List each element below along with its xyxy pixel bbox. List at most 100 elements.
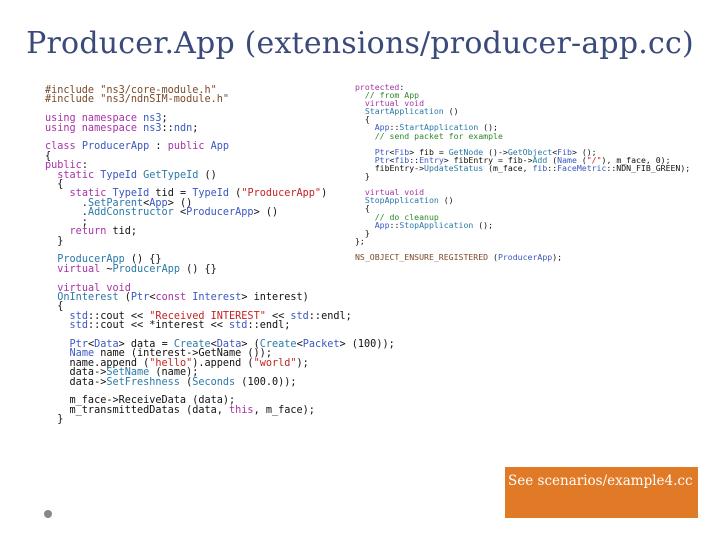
code-line: { (45, 151, 395, 161)
code-token: () (198, 169, 217, 181)
code-token: ::cout << *interest << (87, 320, 230, 332)
code-token: } (45, 414, 64, 426)
code-token: "world" (253, 357, 297, 369)
code-token: ProducerApp (112, 263, 180, 275)
code-token: SetFreshness (106, 376, 180, 388)
code-token: ); (296, 357, 309, 369)
bullet-marker (44, 510, 52, 518)
code-token: : (149, 141, 168, 153)
code-token: ( (229, 188, 242, 200)
code-token: ( (488, 251, 498, 262)
code-line: return tid; (45, 226, 395, 238)
code-token: (m_face, (483, 162, 533, 173)
code-line: data->SetFreshness (Seconds (100.0)); (45, 376, 395, 388)
code-line: OnInterest (Ptr<const Interest> interest… (45, 291, 395, 303)
code-token: ( (118, 291, 131, 303)
code-token: static (57, 169, 101, 181)
code-line: NS_OBJECT_ENSURE_REGISTERED (ProducerApp… (355, 253, 690, 261)
code-block-left: #include "ns3/core-module.h" #include "ns… (45, 85, 395, 426)
code-token: ( (179, 376, 193, 388)
code-token: ProducerApp (81, 141, 150, 153)
code-line: using namespace ns3::ndn; (45, 122, 395, 134)
code-line: } (45, 414, 395, 426)
code-token: "ProducerApp" (241, 188, 322, 200)
code-line: App::StopApplication (); (355, 219, 690, 230)
code-token: :: (389, 219, 400, 230)
code-token: , m_face); (253, 404, 315, 416)
code-line: StartApplication () (355, 107, 690, 115)
code-token: #include "ns3/ndnSIM-module.h" (45, 94, 230, 106)
code-token: :: (161, 122, 174, 134)
code-token: FaceMetric (557, 162, 607, 173)
code-token: (); (473, 219, 494, 230)
code-token: ); (552, 251, 563, 262)
code-token: (100.0)); (235, 376, 297, 388)
code-token: fib (532, 162, 548, 173)
code-token: ).append ( (192, 357, 254, 369)
code-token: > () (253, 207, 279, 219)
code-token: ndn (173, 122, 193, 134)
code-token: data-> (45, 376, 107, 388)
code-token: const (155, 291, 193, 303)
code-token: () (443, 106, 459, 117)
code-token: ::NDN_FIB_GREEN); (606, 162, 691, 173)
code-token: NS_OBJECT_ENSURE_REGISTERED (355, 251, 489, 262)
code-line: virtual ~ProducerApp () {} (45, 263, 395, 275)
code-token: // send packet for example (374, 130, 503, 141)
code-token: StopApplication (399, 219, 474, 230)
code-token: < (173, 207, 187, 219)
code-token: ) (321, 188, 328, 200)
code-token: StopApplication (364, 195, 439, 206)
code-token: Interest (192, 291, 242, 303)
code-token: AddConstructor (87, 207, 174, 219)
code-token: public (167, 141, 211, 153)
code-token: TypeId (100, 169, 144, 181)
code-line: .AddConstructor <ProducerApp> () (45, 207, 395, 219)
code-line: } (45, 236, 395, 246)
code-token: ProducerApp (497, 251, 553, 262)
code-token: TypeId (192, 188, 230, 200)
code-token: m_transmittedDatas (data, (45, 404, 230, 416)
code-token: ::endl; (247, 320, 291, 332)
example-note: See scenarios/example4.cc (505, 467, 698, 518)
code-token: this (229, 404, 254, 416)
code-line: // send packet for example (355, 130, 690, 141)
code-token: Packet (302, 338, 340, 350)
code-token: UpdateStatus (424, 162, 484, 173)
code-token: std (290, 310, 309, 322)
code-line: class ProducerApp : public App (45, 141, 395, 153)
code-token: std (229, 320, 248, 332)
code-token: OnInterest (57, 291, 119, 303)
code-token: ns3 (143, 122, 162, 134)
code-line: } (355, 229, 690, 237)
code-token: > interest) (241, 291, 309, 303)
code-block-right: protected: // from App virtual void Star… (355, 83, 690, 261)
code-token: :: (547, 162, 558, 173)
code-token: ::endl; (308, 310, 352, 322)
code-token: App (210, 141, 230, 153)
code-line: std::cout << *interest << std::endl; (45, 320, 395, 332)
code-token: StartApplication (364, 106, 444, 117)
code-token: () (438, 195, 454, 206)
code-line: StopApplication () (355, 196, 690, 204)
code-token: ProducerApp (186, 207, 254, 219)
code-line: m_transmittedDatas (data, this, m_face); (45, 404, 395, 416)
code-line: } (355, 172, 690, 180)
code-token: Ptr (130, 291, 150, 303)
code-token: App (374, 219, 390, 230)
code-token: > (100)); (339, 338, 395, 350)
code-token: ; (192, 122, 199, 134)
code-line: fibEntry->UpdateStatus (m_face, fib::Fac… (355, 162, 691, 173)
code-line: #include "ns3/ndnSIM-module.h" (45, 94, 395, 106)
code-token: virtual (57, 263, 107, 275)
code-line: static TypeId GetTypeId () (45, 169, 395, 181)
code-token: () {} (179, 263, 217, 275)
slide-title: Producer.App (extensions/producer-app.cc… (26, 26, 694, 61)
code-token: return (69, 226, 113, 238)
code-line: }; (355, 237, 690, 245)
code-token: Seconds (192, 376, 236, 388)
code-token: std (69, 320, 88, 332)
code-token: tid; (112, 226, 138, 238)
code-token: using namespace (45, 122, 144, 134)
code-token: GetTypeId (143, 169, 199, 181)
